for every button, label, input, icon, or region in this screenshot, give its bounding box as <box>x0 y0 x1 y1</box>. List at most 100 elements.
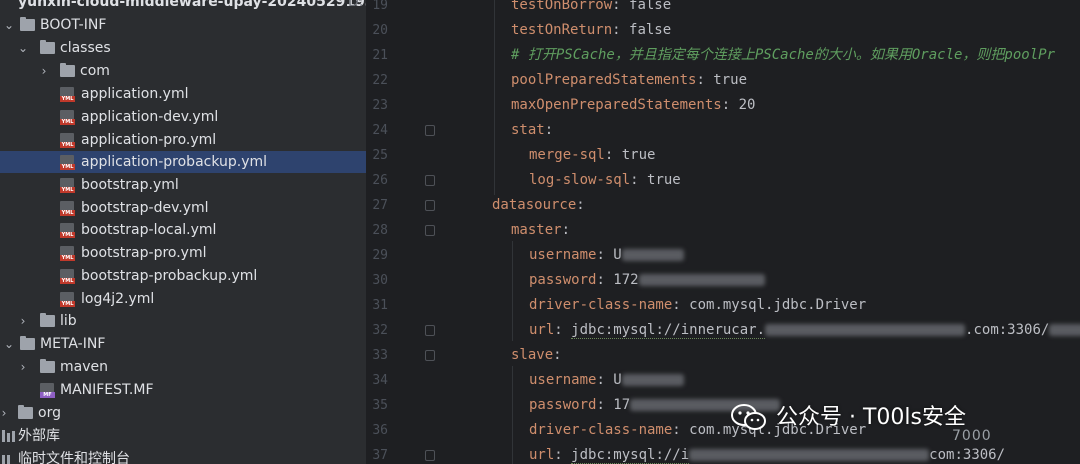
code-line-20: testOnReturn: false <box>511 22 672 38</box>
yaml-key: driver-class-name <box>529 422 673 438</box>
tree-row-project-root[interactable]: yunxin-cloud-middleware-upay-20240529193… <box>0 0 366 13</box>
tree-row-file-selected[interactable]: application-probackup.yml <box>0 151 366 173</box>
chevron-right-icon[interactable]: › <box>0 402 10 424</box>
yaml-file-icon <box>60 269 75 284</box>
line-number: 33 <box>372 348 388 363</box>
yaml-file-icon <box>60 87 75 102</box>
yaml-key: maxOpenPreparedStatements <box>511 97 722 113</box>
file-label: application-dev.yml <box>81 109 219 125</box>
code-editor[interactable]: 19 20 21 22 23 24 25 26 27 28 29 30 31 3… <box>366 0 1080 464</box>
console-icon <box>2 453 16 464</box>
yaml-value: jdbc:mysql://i <box>571 447 690 464</box>
yaml-key: url <box>529 447 555 463</box>
tree-row-file[interactable]: bootstrap-local.yml <box>0 219 366 241</box>
yaml-value: 17 <box>613 397 631 413</box>
code-line-28: master: <box>511 222 571 238</box>
file-label: application-pro.yml <box>81 132 217 148</box>
yaml-key: poolPreparedStatements <box>511 72 697 88</box>
redacted-text <box>689 449 930 461</box>
tree-row-file[interactable]: bootstrap-dev.yml <box>0 197 366 219</box>
tree-row-file[interactable]: application-dev.yml <box>0 106 366 128</box>
yaml-value: false <box>629 0 672 13</box>
line-number: 30 <box>372 273 388 288</box>
tree-row-file[interactable]: bootstrap-pro.yml <box>0 242 366 264</box>
chevron-right-icon[interactable]: › <box>38 60 50 82</box>
line-number: 25 <box>372 148 388 163</box>
line-number: 20 <box>372 23 388 38</box>
redacted-text <box>765 324 966 336</box>
yaml-key: slave <box>511 347 554 363</box>
tree-row-external-libraries[interactable]: 外部库 <box>0 425 366 447</box>
tree-row-file[interactable]: application-pro.yml <box>0 129 366 151</box>
line-number: 19 <box>372 0 388 13</box>
tree-row-boot-inf[interactable]: ⌄ BOOT-INF <box>0 14 366 36</box>
fold-toggle-icon[interactable] <box>425 450 435 461</box>
yaml-key: password <box>529 272 597 288</box>
yaml-key: driver-class-name <box>529 297 673 313</box>
library-icon <box>2 430 16 442</box>
line-number: 35 <box>372 398 388 413</box>
yaml-value: jdbc:mysql://innerucar. <box>571 322 766 339</box>
redacted-text <box>621 249 684 261</box>
code-line-33: slave: <box>511 347 562 363</box>
line-number: 29 <box>372 248 388 263</box>
tree-row-file[interactable]: log4j2.yml <box>0 288 366 310</box>
line-number: 31 <box>372 298 388 313</box>
chevron-right-icon[interactable]: › <box>17 310 29 332</box>
yaml-key: master <box>511 222 562 238</box>
code-line-30: password: 172 <box>529 268 765 293</box>
tree-row-lib[interactable]: › lib <box>0 310 366 332</box>
chevron-down-icon[interactable]: ⌄ <box>3 14 15 36</box>
line-number: 28 <box>372 223 388 238</box>
line-number: 27 <box>372 198 388 213</box>
code-line-25: merge-sql: true <box>529 147 656 163</box>
fold-toggle-icon[interactable] <box>425 200 435 211</box>
yaml-comment: # 打开PSCache，并且指定每个连接上PSCache的大小。如果用Oracl… <box>511 47 1056 63</box>
folder-icon <box>20 17 35 31</box>
yaml-file-icon <box>60 110 75 125</box>
watermark-text: 公众号 · T00ls安全 <box>776 405 966 430</box>
tree-item-label: classes <box>60 40 111 56</box>
tree-row-meta-inf[interactable]: ⌄ META-INF <box>0 333 366 355</box>
yaml-value: true <box>647 172 681 188</box>
file-label: application.yml <box>81 86 189 102</box>
project-root-path: D: <box>348 0 364 10</box>
yaml-value: true <box>621 147 656 163</box>
yaml-file-icon <box>60 155 75 170</box>
chevron-right-icon[interactable]: › <box>17 356 29 378</box>
tree-row-org[interactable]: › org <box>0 402 366 424</box>
yaml-file-icon <box>60 223 75 238</box>
tree-row-classes[interactable]: ⌄ classes <box>0 37 366 59</box>
fold-toggle-icon[interactable] <box>425 175 435 186</box>
chevron-down-icon[interactable]: ⌄ <box>3 333 15 355</box>
tree-item-label: BOOT-INF <box>40 17 107 33</box>
tree-item-label: 外部库 <box>18 428 60 444</box>
tree-row-file[interactable]: bootstrap.yml <box>0 174 366 196</box>
tree-row-com[interactable]: › com <box>0 60 366 82</box>
fold-toggle-icon[interactable] <box>425 350 435 361</box>
tree-row-maven[interactable]: › maven <box>0 356 366 378</box>
yaml-key: merge-sql <box>529 147 605 163</box>
tree-row-file[interactable]: application.yml <box>0 83 366 105</box>
line-number: 26 <box>372 173 388 188</box>
file-label: bootstrap-dev.yml <box>81 200 209 216</box>
tree-row-manifest[interactable]: MANIFEST.MF <box>0 379 366 401</box>
code-line-26: log-slow-sql: true <box>529 172 681 188</box>
code-line-24: stat: <box>511 122 554 138</box>
line-number: 34 <box>372 373 388 388</box>
yaml-value: com.mysql.jdbc.Driver <box>689 297 867 313</box>
redacted-text <box>638 274 765 286</box>
tree-row-scratches[interactable]: 临时文件和控制台 <box>0 448 366 464</box>
fold-toggle-icon[interactable] <box>425 125 435 136</box>
tree-row-file[interactable]: bootstrap-probackup.yml <box>0 265 366 287</box>
line-number: 36 <box>372 423 388 438</box>
fold-toggle-icon[interactable] <box>425 225 435 236</box>
yaml-key: testOnReturn <box>511 22 613 38</box>
chevron-down-icon[interactable]: ⌄ <box>17 37 29 59</box>
file-label: bootstrap-probackup.yml <box>81 268 258 284</box>
code-line-22: poolPreparedStatements: true <box>511 72 748 88</box>
fold-toggle-icon[interactable] <box>425 325 435 336</box>
line-number: 37 <box>372 448 388 463</box>
folder-icon <box>20 336 35 350</box>
yaml-key: stat <box>511 122 545 138</box>
